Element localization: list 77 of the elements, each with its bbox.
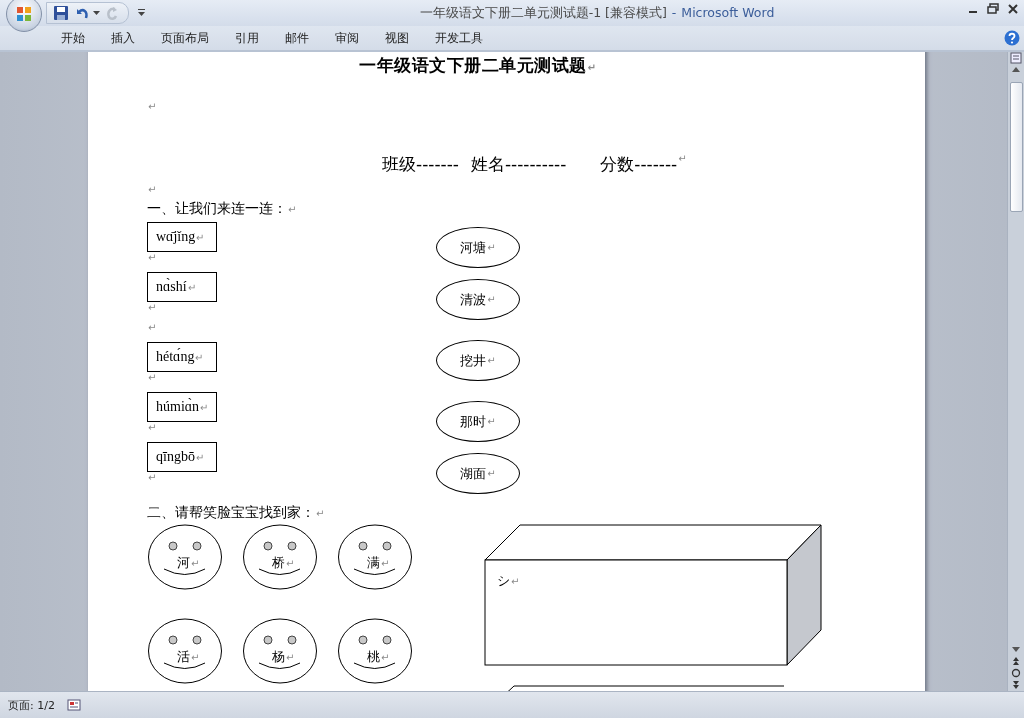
paragraph-mark: ↵ [200, 401, 209, 413]
ribbon-tab[interactable]: 插入 [111, 29, 135, 47]
paragraph-mark: ↵ [148, 422, 157, 433]
pinyin-text: qīngbō [156, 449, 195, 465]
paragraph-mark: ↵ [381, 558, 390, 569]
face-character: 桃 [367, 648, 380, 664]
restore-icon[interactable] [986, 3, 1000, 15]
paragraph-mark: ↵ [187, 281, 196, 293]
ribbon-tab[interactable]: 开始 [61, 29, 85, 47]
paragraph-mark: ↵ [148, 472, 157, 483]
pinyin-text: hétɑ́ng [156, 349, 195, 365]
paragraph-mark: ↵ [148, 252, 157, 263]
paragraph-mark: ↵ [191, 651, 200, 663]
scroll-thumb[interactable] [1009, 82, 1023, 212]
paragraph-mark: ↵ [148, 302, 157, 313]
info-field-label: 姓名---------- [470, 153, 567, 176]
ruler-toggle-icon[interactable] [1009, 52, 1023, 64]
browse-object-icon[interactable] [1009, 667, 1023, 679]
pinyin-text: húmiɑ̀n [156, 399, 200, 415]
paragraph-mark: ↵ [148, 372, 157, 383]
info-field-label: 分数------- [600, 153, 678, 176]
info-field-label: 班级------- [382, 153, 459, 176]
ribbon-tab[interactable]: 视图 [385, 29, 409, 47]
close-icon[interactable] [1006, 3, 1020, 15]
word-text: 清波 [460, 290, 487, 309]
pinyin-text: nɑ̀shí [156, 279, 187, 295]
office-button[interactable] [6, 0, 42, 32]
word-text: 那时 [460, 412, 487, 431]
face-character: 桥 [272, 555, 285, 570]
paragraph-mark: ↵ [196, 231, 205, 243]
paragraph-mark: ↵ [587, 62, 597, 73]
box-text: シ [497, 573, 510, 588]
paragraph-mark: ↵ [148, 322, 157, 333]
help-icon[interactable] [1004, 30, 1020, 46]
face-character: 杨 [272, 648, 285, 664]
paragraph-mark: ↵ [487, 242, 496, 253]
face-character: 活 [177, 648, 190, 664]
word-text: 湖面 [460, 464, 487, 483]
paragraph-mark: ↵ [286, 558, 295, 569]
paragraph-mark: ↵ [288, 204, 297, 215]
paragraph-mark: ↵ [381, 651, 390, 663]
paragraph-mark: ↵ [195, 351, 204, 363]
vertical-scrollbar[interactable] [1007, 52, 1024, 691]
section-heading: 一、让我们来连一连： [147, 200, 287, 216]
ribbon-tab[interactable]: 邮件 [285, 29, 309, 47]
office-logo-icon [16, 6, 32, 22]
ribbon-tab[interactable]: 引用 [235, 29, 259, 47]
paragraph-mark: ↵ [148, 101, 157, 112]
paragraph-mark: ↵ [487, 294, 496, 305]
face-character: 满 [367, 555, 380, 570]
paragraph-mark: ↵ [678, 153, 687, 166]
caret-icon[interactable] [93, 10, 100, 16]
paragraph-mark: ↵ [487, 416, 496, 427]
app-name: Microsoft Word [681, 5, 775, 20]
ribbon-tab[interactable]: 审阅 [335, 29, 359, 47]
customize-caret-icon[interactable] [137, 9, 146, 17]
section-heading: 二、请帮笑脸宝宝找到家： [147, 504, 315, 520]
paragraph-mark: ↵ [148, 184, 157, 195]
paragraph-mark: ↵ [191, 558, 200, 569]
face-character: 河 [177, 555, 190, 570]
ribbon-tab[interactable]: 页面布局 [161, 29, 209, 47]
document-title: 一年级语文下册二单元测试题 [359, 55, 587, 75]
save-icon[interactable] [53, 5, 69, 21]
paragraph-mark: ↵ [487, 355, 496, 366]
window-title: 一年级语文下册二单元测试题-1 [兼容模式] [419, 5, 667, 20]
paragraph-mark: ↵ [286, 651, 295, 663]
page-indicator[interactable]: 页面: 1/2 [0, 697, 63, 713]
paragraph-mark: ↵ [316, 508, 325, 519]
document-status-icon[interactable] [66, 699, 81, 711]
title-separator: - [671, 5, 677, 20]
word-text: 河塘 [460, 238, 487, 257]
ribbon-tab[interactable]: 开发工具 [435, 29, 483, 47]
paragraph-mark: ↵ [195, 451, 204, 463]
word-text: 挖井 [460, 351, 487, 370]
pinyin-text: wɑ̄jǐng [156, 229, 196, 245]
paragraph-mark: ↵ [511, 576, 520, 587]
paragraph-mark: ↵ [487, 468, 496, 479]
